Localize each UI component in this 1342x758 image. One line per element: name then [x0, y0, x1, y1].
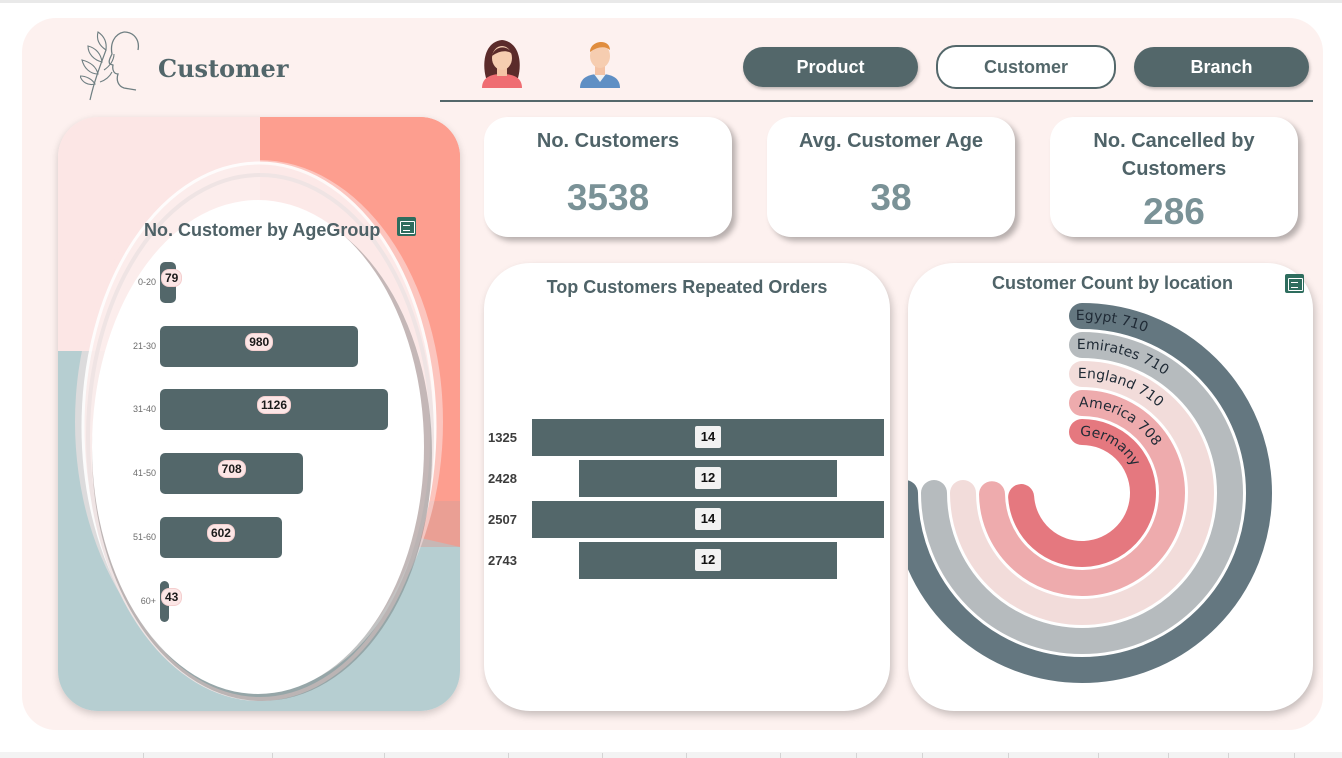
- kpi-title: No. Cancelled by Customers: [1093, 130, 1255, 180]
- bottom-scroll-area: [0, 752, 1342, 758]
- customer-id-label: 2428: [488, 471, 517, 486]
- customer-id-label: 2507: [488, 512, 517, 527]
- repeated-orders-data-label: 12: [695, 549, 721, 571]
- age-category-label: 51-60: [132, 531, 156, 542]
- repeated-orders-card: Top Customers Repeated Orders 1325 14 2428…: [484, 263, 890, 711]
- repeated-orders-data-label: 14: [695, 508, 721, 530]
- focus-mode-icon[interactable]: [397, 217, 416, 236]
- top-border: [0, 0, 1342, 3]
- man-avatar-icon: [580, 41, 620, 88]
- customer-id-label: 1325: [488, 430, 517, 445]
- kpi-title: Avg. Customer Age: [798, 130, 984, 152]
- location-card: Customer Count by location Egypt 710 Emir…: [908, 263, 1313, 711]
- leaf-face-logo: [80, 31, 140, 101]
- age-bar-data-label: 79: [162, 270, 182, 286]
- location-radial-chart: Egypt 710Emirates 710England 710America …: [908, 263, 1272, 683]
- age-category-label: 31-40: [132, 404, 156, 415]
- page-title: Customer: [158, 54, 289, 83]
- age-chart-title: No. Customer by AgeGroup: [144, 220, 381, 240]
- location-radial-bar[interactable]: [921, 332, 1243, 654]
- woman-avatar-icon: [482, 40, 522, 88]
- kpi-value: 3538: [566, 177, 650, 218]
- age-category-label: 0-20: [137, 277, 156, 287]
- nav-customer-button[interactable]: Customer: [936, 45, 1116, 89]
- kpi-card-cancelled: No. Cancelled by Customers 286: [1050, 117, 1298, 237]
- kpi-title: No. Customers: [536, 130, 680, 152]
- repeated-orders-data-label: 14: [695, 426, 721, 448]
- customer-id-label: 2743: [488, 553, 517, 568]
- kpi-value: 286: [1143, 191, 1205, 232]
- age-bar-data-label: 708: [218, 461, 245, 478]
- age-category-label: 60+: [140, 595, 156, 606]
- age-bar-data-label: 602: [207, 524, 234, 541]
- nav-product-button[interactable]: Product: [743, 47, 918, 87]
- age-category-label: 41-50: [132, 468, 156, 479]
- age-bar-data-label: 980: [246, 333, 273, 350]
- header-divider: [440, 100, 1313, 102]
- age-category-label: 21-30: [132, 340, 156, 351]
- age-bar-data-label: 43: [162, 588, 182, 605]
- repeated-orders-data-label: 12: [695, 467, 721, 489]
- nav-branch-button[interactable]: Branch: [1134, 47, 1309, 87]
- age-bar-data-label: 1126: [258, 397, 291, 414]
- kpi-value: 38: [870, 177, 912, 218]
- orders-chart-title: Top Customers Repeated Orders: [546, 277, 828, 297]
- focus-mode-icon[interactable]: [1285, 274, 1304, 293]
- kpi-card-avg-age: Avg. Customer Age 38: [767, 117, 1015, 237]
- kpi-card-customers: No. Customers 3538: [484, 117, 732, 237]
